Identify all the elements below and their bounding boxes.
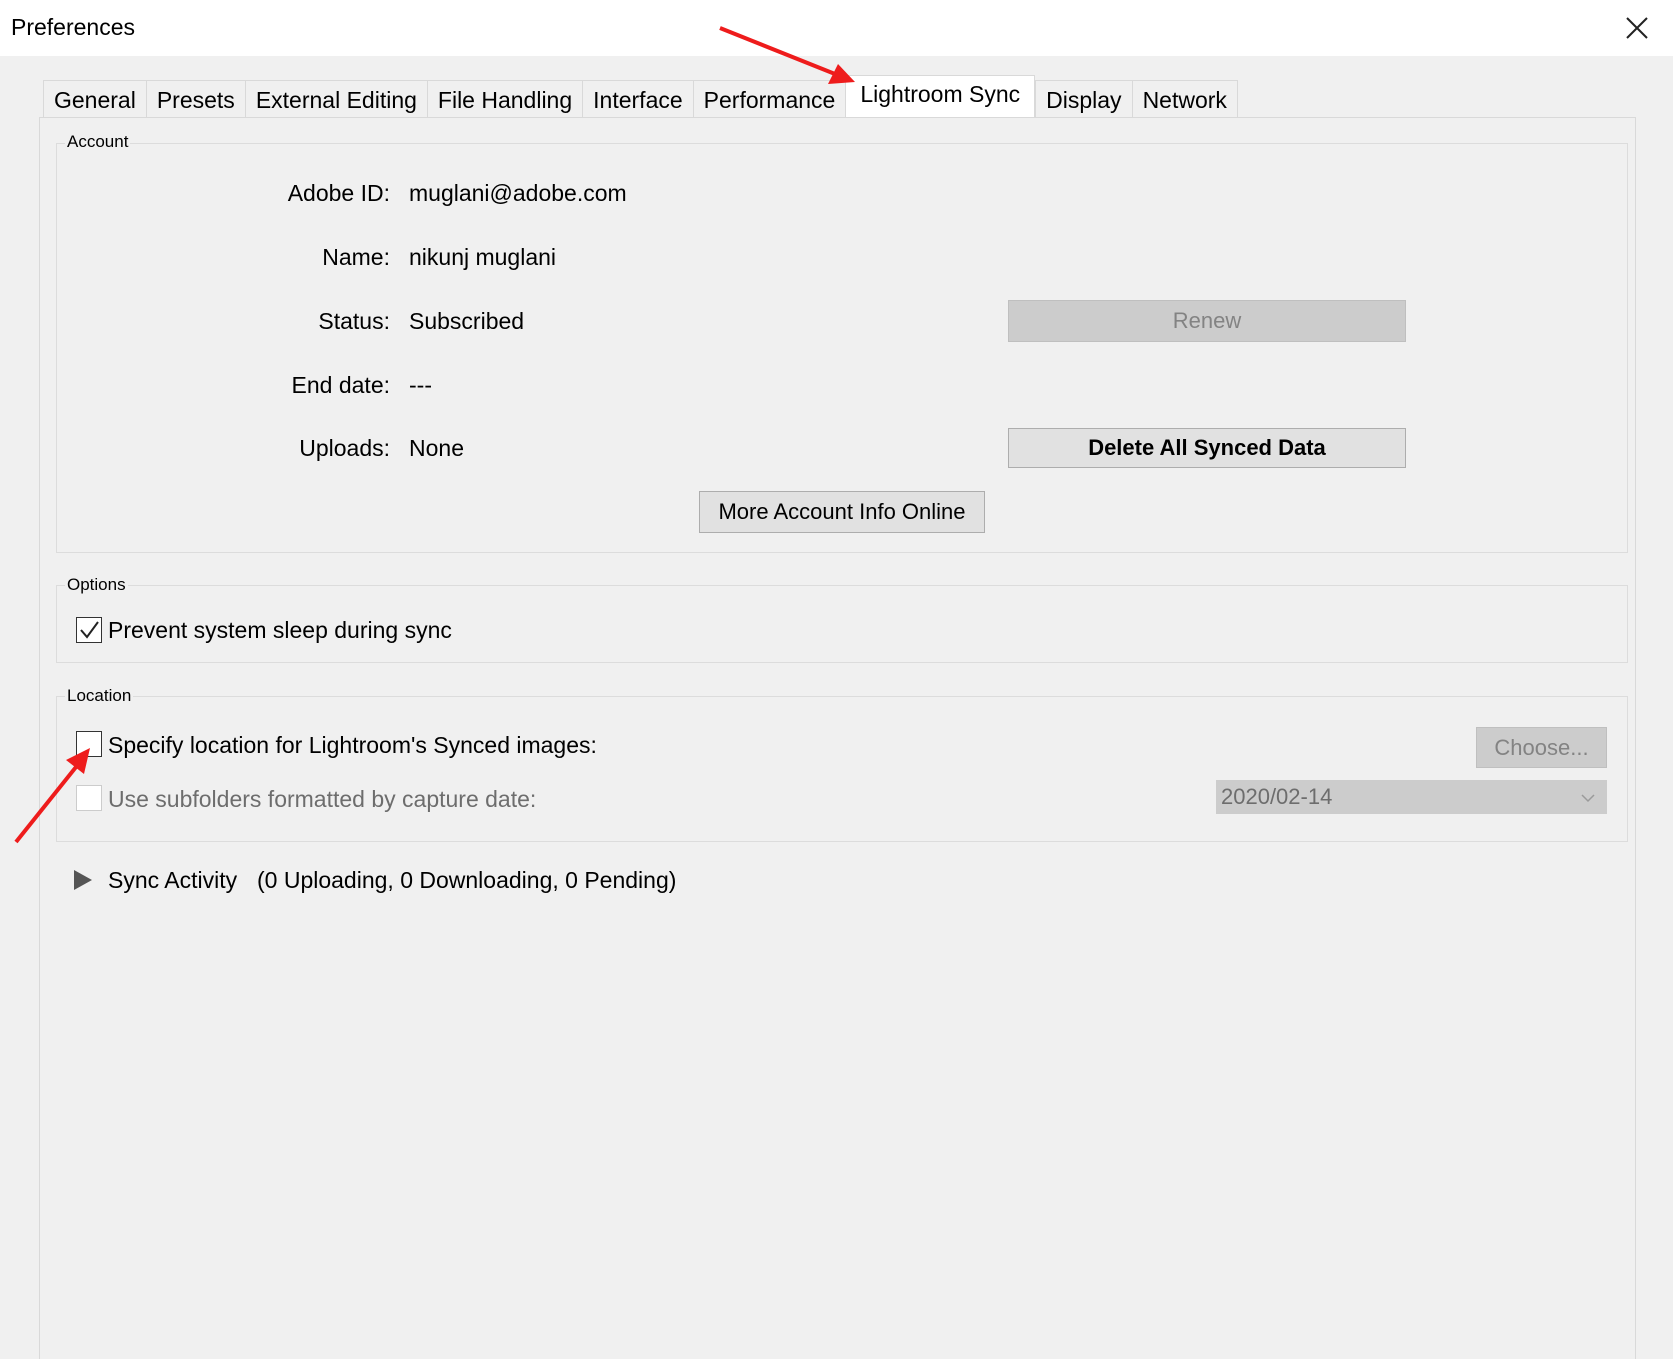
delete-all-synced-data-button[interactable]: Delete All Synced Data <box>1008 428 1406 468</box>
prevent-sleep-checkbox[interactable] <box>76 617 102 643</box>
sync-activity-label[interactable]: Sync Activity <box>108 867 237 894</box>
specify-location-label[interactable]: Specify location for Lightroom's Synced … <box>108 732 597 759</box>
title-bar: Preferences <box>0 0 1673 56</box>
use-subfolders-label[interactable]: Use subfolders formatted by capture date… <box>108 786 536 813</box>
close-icon[interactable] <box>1619 10 1655 46</box>
name-label: Name: <box>322 244 390 270</box>
tab-presets[interactable]: Presets <box>145 80 245 118</box>
tab-external-editing[interactable]: External Editing <box>244 80 427 118</box>
uploads-label: Uploads: <box>299 435 390 461</box>
tab-interface[interactable]: Interface <box>582 80 693 118</box>
checkmark-icon <box>80 621 99 639</box>
tab-display[interactable]: Display <box>1035 80 1132 118</box>
options-legend: Options <box>65 575 128 595</box>
use-subfolders-checkbox[interactable] <box>76 785 102 811</box>
choose-button[interactable]: Choose... <box>1476 727 1607 768</box>
location-legend: Location <box>65 686 134 706</box>
expand-triangle-icon[interactable] <box>72 868 94 892</box>
status-value: Subscribed <box>409 308 525 334</box>
tab-lightroom-sync[interactable]: Lightroom Sync <box>845 75 1036 118</box>
status-label: Status: <box>318 308 390 334</box>
chevron-down-icon <box>1581 794 1595 803</box>
tab-file-handling[interactable]: File Handling <box>426 80 583 118</box>
renew-button[interactable]: Renew <box>1008 300 1406 342</box>
account-legend: Account <box>65 132 131 152</box>
location-group <box>56 696 1628 842</box>
prevent-sleep-label[interactable]: Prevent system sleep during sync <box>108 617 452 644</box>
sync-activity-summary: (0 Uploading, 0 Downloading, 0 Pending) <box>257 867 677 893</box>
tab-bar: General Presets External Editing File Ha… <box>43 75 1238 118</box>
date-format-select[interactable]: 2020/02-14 <box>1216 780 1607 814</box>
adobe-id-value: muglani@adobe.com <box>409 180 627 206</box>
name-value: nikunj muglani <box>409 244 557 270</box>
tab-performance[interactable]: Performance <box>692 80 846 118</box>
window-title: Preferences <box>11 14 136 40</box>
specify-location-checkbox[interactable] <box>76 731 102 757</box>
tab-general[interactable]: General <box>43 80 146 118</box>
uploads-value: None <box>409 435 464 461</box>
end-date-label: End date: <box>291 372 390 398</box>
end-date-value: --- <box>409 372 432 398</box>
more-account-info-button[interactable]: More Account Info Online <box>699 491 985 533</box>
tab-network[interactable]: Network <box>1131 80 1238 118</box>
adobe-id-label: Adobe ID: <box>287 180 390 206</box>
date-format-value: 2020/02-14 <box>1221 784 1333 809</box>
